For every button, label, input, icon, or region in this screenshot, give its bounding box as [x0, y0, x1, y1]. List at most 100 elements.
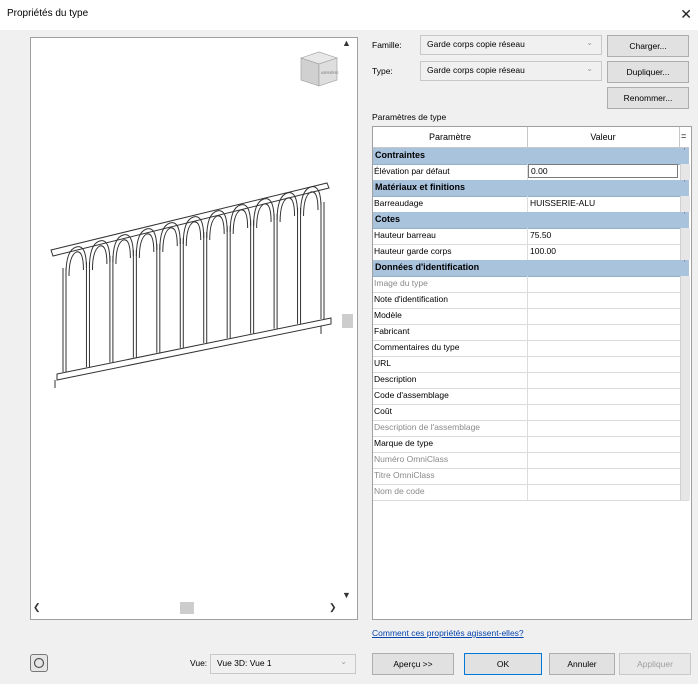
vscroll-thumb[interactable]	[342, 314, 353, 328]
parameter-value[interactable]: HUISSERIE-ALU	[530, 198, 595, 208]
rename-button[interactable]: Renommer...	[607, 87, 689, 109]
formula-cell[interactable]	[680, 452, 690, 468]
type-value: Garde corps copie réseau	[427, 65, 525, 75]
type-params-title: Paramètres de type	[372, 112, 447, 122]
formula-cell[interactable]	[680, 276, 690, 292]
grid-row[interactable]: Description	[373, 372, 690, 389]
collapse-icon[interactable]: ˈ	[683, 211, 686, 220]
scroll-up-icon[interactable]: ▲	[342, 38, 351, 48]
grid-row[interactable]: Modèle	[373, 308, 690, 325]
grid-row[interactable]: Code d'assemblage	[373, 388, 690, 405]
parameter-value[interactable]: 75.50	[530, 230, 551, 240]
grid-row[interactable]: Titre OmniClass	[373, 468, 690, 485]
grid-row[interactable]: Nom de code	[373, 484, 690, 501]
parameter-name: Titre OmniClass	[374, 470, 435, 480]
parameter-name: Fabricant	[374, 326, 410, 336]
load-button[interactable]: Charger...	[607, 35, 689, 57]
collapse-icon[interactable]: ˈ	[683, 147, 686, 156]
parameter-name: Description de l'assemblage	[374, 422, 481, 432]
help-link[interactable]: Comment ces propriétés agissent-elles?	[372, 628, 524, 638]
close-icon[interactable]: ✕	[680, 6, 692, 23]
ok-button[interactable]: OK	[464, 653, 542, 675]
collapse-icon[interactable]: ˈ	[683, 259, 686, 268]
family-label: Famille:	[372, 40, 402, 50]
family-select[interactable]: Garde corps copie réseau ⌄	[420, 35, 602, 55]
preview-vscroll[interactable]: ▲ ▼	[340, 38, 354, 600]
grid-row[interactable]: URL	[373, 356, 690, 373]
grid-row[interactable]: Description de l'assemblage	[373, 420, 690, 437]
grid-row[interactable]: Élévation par défaut 0.00	[373, 164, 690, 181]
grid-group-header[interactable]: Cotes ˈ	[373, 211, 689, 229]
preview-pane[interactable]: ARRIÈRE	[30, 37, 358, 620]
preview-toggle-button[interactable]	[30, 654, 48, 672]
grid-header: Paramètre Valeur =	[373, 127, 689, 148]
parameter-value[interactable]: 100.00	[530, 246, 556, 256]
cancel-button[interactable]: Annuler	[549, 653, 615, 675]
type-select[interactable]: Garde corps copie réseau ⌄	[420, 61, 602, 81]
formula-cell[interactable]	[680, 292, 690, 308]
grid-row[interactable]: Commentaires du type	[373, 340, 690, 357]
formula-cell[interactable]	[680, 372, 690, 388]
formula-cell[interactable]	[680, 340, 690, 356]
grid-row[interactable]: Marque de type	[373, 436, 690, 453]
grid-row[interactable]: Barreaudage HUISSERIE-ALU	[373, 196, 690, 213]
group-label: Cotes	[375, 214, 401, 224]
formula-cell[interactable]	[680, 484, 690, 500]
grid-row[interactable]: Note d'identification	[373, 292, 690, 309]
parameter-name: Élévation par défaut	[374, 166, 450, 176]
hscroll-thumb[interactable]	[180, 602, 194, 614]
apply-button[interactable]: Appliquer	[619, 653, 691, 675]
viewcube-label: ARRIÈRE	[321, 70, 339, 75]
preview-button[interactable]: Aperçu >>	[372, 653, 454, 675]
view-select[interactable]: Vue 3D: Vue 1 ⌄	[210, 654, 356, 674]
parameter-name: Barreaudage	[374, 198, 424, 208]
parameter-name: Nom de code	[374, 486, 425, 496]
scroll-left-icon[interactable]: ❮	[33, 602, 41, 613]
grid-row[interactable]: Hauteur barreau 75.50	[373, 228, 690, 245]
preview-hscroll[interactable]: ❮ ❯	[31, 600, 339, 616]
formula-cell[interactable]	[680, 228, 690, 244]
formula-cell[interactable]	[680, 356, 690, 372]
column-header-formula[interactable]: =	[681, 131, 686, 141]
scroll-down-icon[interactable]: ▼	[342, 590, 351, 600]
formula-cell[interactable]	[680, 404, 690, 420]
scroll-right-icon[interactable]: ❯	[329, 602, 337, 613]
parameter-value[interactable]: 0.00	[528, 164, 678, 178]
circle-icon	[33, 657, 45, 669]
grid-group-header[interactable]: Contraintes ˈ	[373, 147, 689, 165]
parameter-name: Coût	[374, 406, 392, 416]
duplicate-button[interactable]: Dupliquer...	[607, 61, 689, 83]
window-title: Propriétés du type	[7, 8, 89, 19]
formula-cell[interactable]	[680, 308, 690, 324]
parameter-name: Marque de type	[374, 438, 434, 448]
title-bar: Propriétés du type ✕	[0, 0, 698, 30]
parameter-name: Commentaires du type	[374, 342, 460, 352]
collapse-icon[interactable]: ˈ	[683, 179, 686, 188]
grid-row[interactable]: Hauteur garde corps 100.00	[373, 244, 690, 261]
chevron-down-icon: ⌄	[340, 657, 347, 666]
chevron-down-icon: ⌄	[586, 38, 593, 47]
formula-cell[interactable]	[680, 468, 690, 484]
formula-cell[interactable]	[680, 436, 690, 452]
formula-cell[interactable]	[680, 420, 690, 436]
type-parameters-grid[interactable]: Paramètre Valeur = Contraintes ˈ Élévation…	[372, 126, 692, 620]
grid-row[interactable]: Coût	[373, 404, 690, 421]
grid-row[interactable]: Fabricant	[373, 324, 690, 341]
column-header-parameter[interactable]: Paramètre	[373, 132, 527, 142]
parameter-name: Hauteur barreau	[374, 230, 436, 240]
grid-group-header[interactable]: Données d'identification ˈ	[373, 259, 689, 277]
grid-row[interactable]: Numéro OmniClass	[373, 452, 690, 469]
parameter-name: Numéro OmniClass	[374, 454, 449, 464]
formula-cell[interactable]	[680, 196, 690, 212]
formula-cell[interactable]	[680, 164, 690, 180]
column-header-value[interactable]: Valeur	[528, 132, 678, 142]
formula-cell[interactable]	[680, 244, 690, 260]
parameter-name: Modèle	[374, 310, 402, 320]
parameter-name: Note d'identification	[374, 294, 448, 304]
formula-cell[interactable]	[680, 388, 690, 404]
type-label: Type:	[372, 66, 393, 76]
grid-row[interactable]: Image du type	[373, 276, 690, 293]
grid-group-header[interactable]: Matériaux et finitions ˈ	[373, 179, 689, 197]
family-value: Garde corps copie réseau	[427, 39, 525, 49]
formula-cell[interactable]	[680, 324, 690, 340]
